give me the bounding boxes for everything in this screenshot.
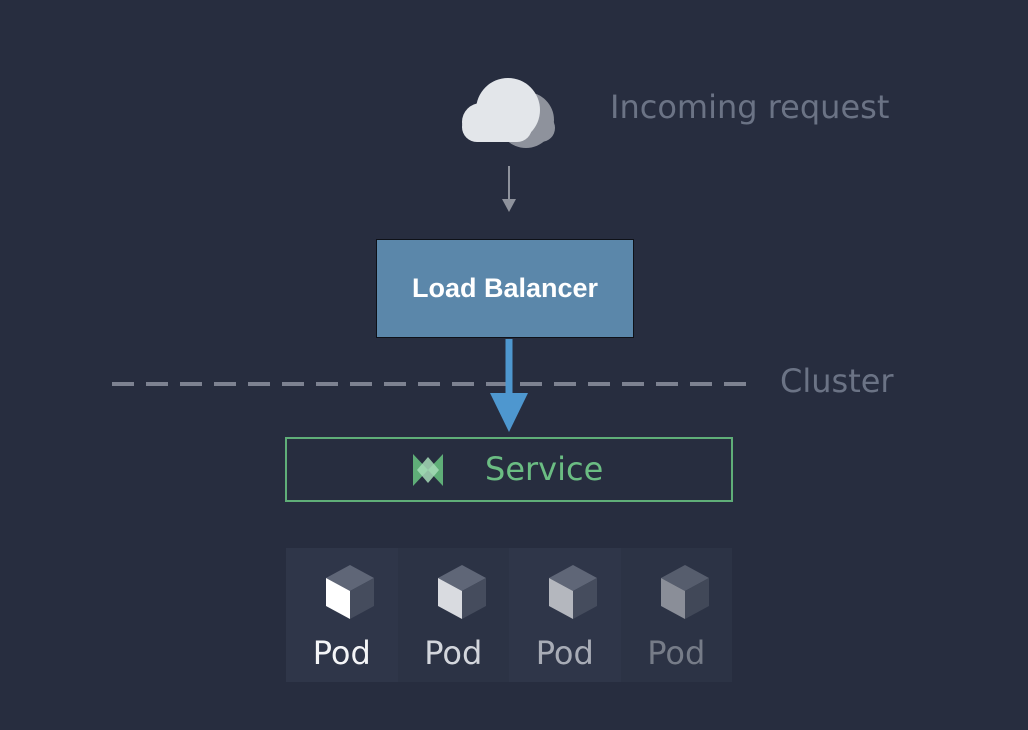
pods-panel: Pod Pod Pod Pod [286, 548, 732, 682]
cloud-icon [462, 78, 555, 148]
pod-label: Pod [535, 634, 594, 672]
load-balancer-box: Load Balancer [376, 239, 634, 338]
pod-cube-icon [326, 565, 374, 619]
pod-cube-icon [549, 565, 597, 619]
service-label: Service [485, 450, 604, 488]
pod-label: Pod [312, 634, 371, 672]
cluster-label: Cluster [780, 362, 894, 400]
pod-item: Pod [286, 548, 398, 682]
incoming-request-label: Incoming request [610, 88, 890, 126]
pod-item: Pod [620, 548, 732, 682]
pod-item: Pod [509, 548, 621, 682]
pod-label: Pod [647, 634, 706, 672]
pod-item: Pod [397, 548, 509, 682]
pod-cube-icon [437, 565, 486, 619]
service-bowtie-icon [413, 454, 443, 486]
pod-cube-icon [660, 565, 709, 619]
load-balancer-label: Load Balancer [411, 273, 599, 303]
pod-label: Pod [424, 634, 483, 672]
request-arrow [502, 166, 516, 212]
diagram-canvas: Incoming request Load Balancer Cluster S… [0, 0, 1028, 730]
